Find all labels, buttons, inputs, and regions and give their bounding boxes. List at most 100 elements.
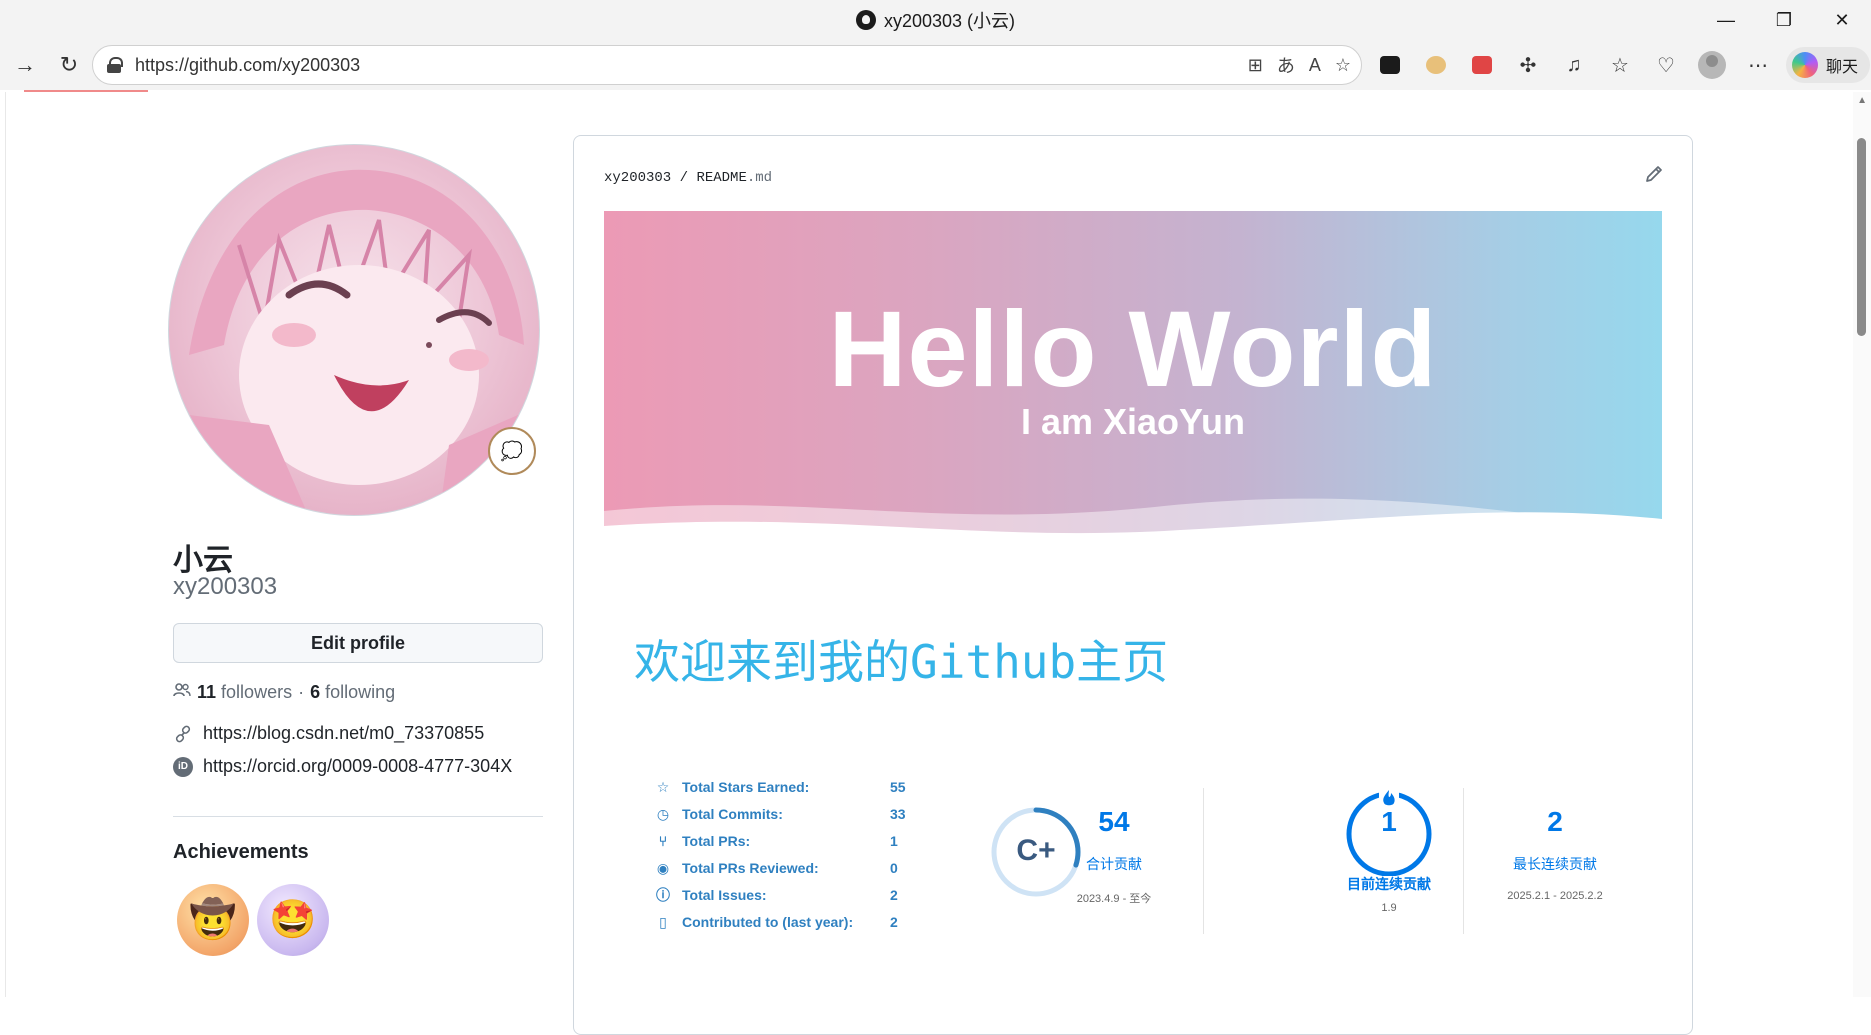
orcid-url[interactable]: https://orcid.org/0009-0008-4777-304X <box>203 756 512 777</box>
more-menu-icon[interactable]: ⋯ <box>1740 47 1776 83</box>
minimize-button[interactable]: — <box>1697 0 1755 40</box>
current-streak-range: 1.9 <box>1381 902 1397 914</box>
following-label: following <box>325 682 396 702</box>
github-profile-page: 💭 小云 xy200303 Edit profile 11 followers … <box>5 92 1851 1035</box>
edit-profile-button[interactable]: Edit profile <box>173 623 543 663</box>
readme-owner-link[interactable]: xy200303 <box>604 170 671 186</box>
copilot-label: 聊天 <box>1826 59 1859 76</box>
stat-value: 1 <box>890 833 898 849</box>
profile-blog-link[interactable]: https://blog.csdn.net/m0_73370855 <box>173 723 484 744</box>
scroll-up-arrow-icon[interactable]: ▲ <box>1857 95 1867 106</box>
stat-row: ◉ Total PRs Reviewed: 0 <box>654 857 954 879</box>
readme-file-name: README <box>696 170 747 186</box>
followers-label: followers <box>221 682 293 702</box>
stat-label: Total Commits: <box>682 806 783 822</box>
achievement-badge[interactable]: 🤩 <box>257 884 329 956</box>
stat-value: 2 <box>890 887 898 903</box>
stat-value: 2 <box>890 914 898 930</box>
longest-streak-range: 2025.2.1 - 2025.2.2 <box>1507 890 1603 902</box>
favorite-star-icon[interactable]: ☆ <box>1335 55 1351 76</box>
sidebar-divider <box>173 816 543 817</box>
reload-icon[interactable]: ↻ <box>50 46 88 84</box>
extensions-puzzle-icon[interactable]: ✣ <box>1510 47 1546 83</box>
address-bar[interactable]: https://github.com/xy200303 ⊞ あ A ☆ <box>92 45 1362 85</box>
stat-row: ⑂ Total PRs: 1 <box>654 830 954 852</box>
current-streak-value: 1 <box>1381 806 1397 837</box>
profile-username: xy200303 <box>173 573 278 600</box>
longest-streak-label: 最长连续贡献 <box>1513 856 1597 872</box>
read-aloud-icon[interactable]: A <box>1309 55 1321 76</box>
streak-current: 1 目前连续贡献 1.9 <box>1306 776 1472 914</box>
stat-row: ⓘ Total Issues: 2 <box>654 884 954 906</box>
extension-toolbar: ✣ ♫ ☆ ♡ ⋯ 聊天 <box>1372 45 1871 85</box>
scrollbar-thumb[interactable] <box>1857 138 1866 336</box>
window-controls: — ❐ ✕ <box>1697 0 1871 40</box>
status-emoji-button[interactable]: 💭 <box>488 427 536 475</box>
followers-link[interactable]: 11 followers <box>197 682 292 703</box>
profile-avatar[interactable] <box>168 144 540 516</box>
readme-card: xy200303 / README.md Hello World I am Xi… <box>573 135 1693 1035</box>
restore-button[interactable]: ❐ <box>1755 0 1813 40</box>
longest-streak-value: 2 <box>1547 806 1563 837</box>
following-link[interactable]: 6 following <box>310 682 395 703</box>
stat-label: Total PRs Reviewed: <box>682 860 819 876</box>
followers-count: 11 <box>197 682 217 702</box>
readme-path-separator: / <box>679 170 689 186</box>
github-icon <box>855 10 876 30</box>
window-title-text: xy200303 (小云) <box>883 11 1016 31</box>
copilot-button[interactable]: 聊天 <box>1786 47 1871 83</box>
window-title: xy200303 (小云) <box>855 7 1016 33</box>
extension-icon[interactable] <box>1372 47 1408 83</box>
follow-stats: 11 followers · 6 following <box>173 682 395 703</box>
star-icon: ☆ <box>656 778 670 795</box>
address-bar-actions: ⊞ あ A ☆ <box>1248 46 1351 84</box>
stat-label: Total Issues: <box>682 887 767 903</box>
readme-welcome-heading: 欢迎来到我的Github主页 <box>634 635 1169 689</box>
total-contributions-range: 2023.4.9 - 至今 <box>1076 893 1152 905</box>
profile-icon[interactable] <box>1694 47 1730 83</box>
achievements-heading[interactable]: Achievements <box>173 841 309 864</box>
current-streak-label: 目前连续贡献 <box>1347 876 1431 892</box>
stat-row: ◷ Total Commits: 33 <box>654 803 954 825</box>
banner-subtitle: I am XiaoYun <box>1020 401 1246 442</box>
profile-orcid-link[interactable]: iD https://orcid.org/0009-0008-4777-304X <box>173 756 512 777</box>
readme-breadcrumb: xy200303 / README.md <box>604 170 772 186</box>
extension-icon[interactable] <box>1418 47 1454 83</box>
translate-icon[interactable]: あ <box>1277 52 1295 78</box>
blog-url[interactable]: https://blog.csdn.net/m0_73370855 <box>203 723 484 744</box>
performance-icon[interactable]: ♡ <box>1648 47 1684 83</box>
stat-value: 55 <box>890 779 906 795</box>
extension-icon[interactable] <box>1464 47 1500 83</box>
forward-icon[interactable]: → <box>6 46 44 84</box>
window-titlebar: xy200303 (小云) — ❐ ✕ <box>0 0 1871 40</box>
stat-row: ▯ Contributed to (last year): 2 <box>654 911 954 933</box>
issue-icon: ⓘ <box>656 887 670 903</box>
readme-file-ext: .md <box>746 170 773 186</box>
site-info-icon[interactable] <box>107 57 123 73</box>
readme-banner: Hello World I am XiaoYun <box>604 211 1662 546</box>
close-button[interactable]: ✕ <box>1813 0 1871 40</box>
stat-value: 0 <box>890 860 898 876</box>
media-icon[interactable]: ♫ <box>1556 47 1592 83</box>
browser-toolbar: → ↻ https://github.com/xy200303 ⊞ あ A ☆ … <box>0 40 1871 90</box>
history-icon: ◷ <box>656 805 670 822</box>
streak-longest: 2 最长连续贡献 2025.2.1 - 2025.2.2 <box>1472 776 1638 902</box>
pull-request-icon: ⑂ <box>658 833 668 849</box>
favorites-icon[interactable]: ☆ <box>1602 47 1638 83</box>
link-icon <box>173 724 193 744</box>
stat-value: 33 <box>890 806 906 822</box>
stat-label: Total PRs: <box>682 833 751 849</box>
achievement-badge[interactable]: 🤠 <box>177 884 249 956</box>
address-url[interactable]: https://github.com/xy200303 <box>135 55 360 76</box>
follow-separator: · <box>298 682 305 702</box>
edit-readme-pencil-icon[interactable] <box>1644 164 1664 190</box>
banner-title: Hello World <box>828 288 1438 409</box>
total-contributions-label: 合计贡献 <box>1086 856 1142 872</box>
streak-divider <box>1203 788 1204 934</box>
streak-total: 54 合计贡献 2023.4.9 - 至今 <box>1031 776 1197 906</box>
avatar-illustration <box>169 169 539 515</box>
following-count: 6 <box>310 682 321 702</box>
app-available-icon[interactable]: ⊞ <box>1248 55 1263 76</box>
stat-row: ☆ Total Stars Earned: 55 <box>654 776 954 798</box>
stat-label: Total Stars Earned: <box>682 779 810 795</box>
